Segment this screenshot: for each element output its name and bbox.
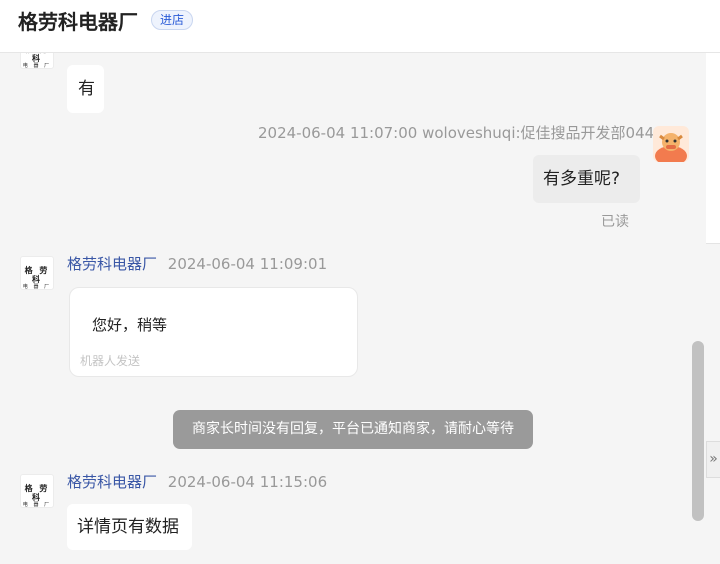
side-panel-edge bbox=[706, 53, 720, 104]
message-text: 您好，稍等 bbox=[92, 316, 168, 334]
robot-tag: 机器人发送 bbox=[80, 354, 141, 368]
sender-name[interactable]: 格劳科电器厂 bbox=[67, 255, 157, 273]
double-chevron-right-icon[interactable]: » bbox=[706, 441, 720, 478]
chat-area[interactable]: 格 劳 科 电 器 厂 有 2024-06-04 11:07:00 wolove… bbox=[0, 53, 720, 564]
message-text: 详情页有数据 bbox=[77, 517, 179, 537]
side-panel-edge bbox=[706, 103, 720, 244]
message-time: 2024-06-04 11:09:01 bbox=[167, 255, 328, 273]
scrollbar-thumb[interactable] bbox=[692, 341, 704, 521]
sender-name[interactable]: 格劳科电器厂 bbox=[67, 473, 157, 491]
shop-avatar: 格 劳 科 电 器 厂 bbox=[20, 474, 54, 508]
message-text: 有多重呢? bbox=[543, 169, 621, 189]
read-status: 已读 bbox=[601, 214, 629, 230]
message-bubble: 详情页有数据 bbox=[67, 504, 192, 550]
message-time: 2024-06-04 11:15:06 bbox=[167, 473, 328, 491]
my-message-bubble: 有多重呢? bbox=[533, 155, 640, 203]
message-meta: 2024-06-04 11:07:00 woloveshuqi:促佳搜品开发部0… bbox=[258, 124, 655, 142]
enter-store-button[interactable]: 进店 bbox=[151, 10, 194, 30]
message-bubble: 有 bbox=[67, 65, 104, 113]
shop-avatar: 格 劳 科 电 器 厂 bbox=[20, 53, 54, 69]
shop-avatar: 格 劳 科 电 器 厂 bbox=[20, 256, 54, 290]
shop-name: 格劳科电器厂 bbox=[18, 10, 138, 34]
message-meta: 格劳科电器厂 2024-06-04 11:09:01 bbox=[67, 255, 327, 273]
chat-header: 格劳科电器厂 进店 bbox=[0, 0, 720, 53]
system-notice: 商家长时间没有回复，平台已通知商家，请耐心等待 bbox=[173, 410, 533, 449]
user-avatar bbox=[653, 126, 689, 162]
message-meta: 格劳科电器厂 2024-06-04 11:15:06 bbox=[67, 473, 327, 491]
message-text: 有 bbox=[78, 79, 95, 99]
robot-message-card: 您好，稍等 机器人发送 bbox=[69, 287, 358, 377]
